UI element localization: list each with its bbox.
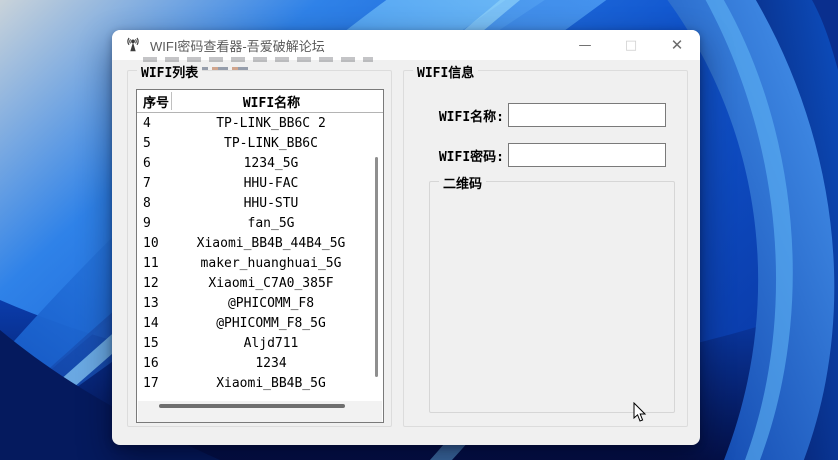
table-row[interactable]: 15Aljd711 (137, 333, 383, 353)
row-index: 9 (137, 216, 171, 231)
table-row[interactable]: 17Xiaomi_BB4B_5G (137, 373, 383, 393)
wifi-list[interactable]: 序号 WIFI名称 4TP-LINK_BB6C 25TP-LINK_BB6C61… (136, 89, 384, 423)
app-window: WIFI密码查看器-吾爱破解论坛 — □ ✕ WIFI列表 序号 WIFI名称 … (112, 30, 700, 445)
close-button[interactable]: ✕ (654, 30, 700, 60)
maximize-button[interactable]: □ (608, 30, 654, 60)
wifi-name-label: WIFI名称: (404, 106, 504, 125)
table-row[interactable]: 12Xiaomi_C7A0_385F (137, 273, 383, 293)
row-index: 7 (137, 176, 171, 191)
antenna-app-icon (124, 36, 142, 54)
wifi-list-group-label: WIFI列表 (137, 62, 202, 81)
row-index: 5 (137, 136, 171, 151)
maximize-icon: □ (625, 38, 637, 53)
table-row[interactable]: 161234 (137, 353, 383, 373)
row-index: 6 (137, 156, 171, 171)
wifi-name: maker_huanghuai_5G (171, 256, 383, 271)
row-index: 11 (137, 256, 171, 271)
table-row[interactable]: 5TP-LINK_BB6C (137, 133, 383, 153)
wifi-list-header: 序号 WIFI名称 (137, 90, 383, 113)
wifi-password-label: WIFI密码: (404, 146, 504, 165)
wifi-name: @PHICOMM_F8 (171, 296, 383, 311)
table-row[interactable]: 11maker_huanghuai_5G (137, 253, 383, 273)
wifi-name: HHU-STU (171, 196, 383, 211)
wifi-name: TP-LINK_BB6C 2 (171, 116, 383, 131)
wifi-password-row: WIFI密码: (404, 143, 687, 167)
wifi-name: Xiaomi_BB4B_5G (171, 376, 383, 391)
minimize-button[interactable]: — (562, 30, 608, 60)
column-header-index[interactable]: 序号 (137, 92, 171, 111)
wifi-name: 1234 (171, 356, 383, 371)
title-bar[interactable]: WIFI密码查看器-吾爱破解论坛 — □ ✕ (112, 30, 700, 60)
close-icon: ✕ (671, 36, 684, 54)
row-index: 8 (137, 196, 171, 211)
wifi-password-input[interactable] (508, 143, 666, 167)
row-index: 16 (137, 356, 171, 371)
table-row[interactable]: 13@PHICOMM_F8 (137, 293, 383, 313)
wifi-name: HHU-FAC (171, 176, 383, 191)
wifi-name: TP-LINK_BB6C (171, 136, 383, 151)
table-row[interactable]: 7HHU-FAC (137, 173, 383, 193)
wifi-name: 1234_5G (171, 156, 383, 171)
row-index: 10 (137, 236, 171, 251)
window-title: WIFI密码查看器-吾爱破解论坛 (150, 36, 562, 55)
table-row[interactable]: 4TP-LINK_BB6C 2 (137, 113, 383, 133)
table-row[interactable]: 8HHU-STU (137, 193, 383, 213)
window-controls: — □ ✕ (562, 30, 700, 60)
table-row[interactable]: 14@PHICOMM_F8_5G (137, 313, 383, 333)
wifi-name-input[interactable] (508, 103, 666, 127)
table-row[interactable]: 10Xiaomi_BB4B_44B4_5G (137, 233, 383, 253)
vertical-scrollbar[interactable] (375, 157, 378, 377)
wifi-name: Xiaomi_C7A0_385F (171, 276, 383, 291)
row-index: 15 (137, 336, 171, 351)
wifi-list-rows: 4TP-LINK_BB6C 25TP-LINK_BB6C61234_5G7HHU… (137, 113, 383, 401)
row-index: 4 (137, 116, 171, 131)
wifi-name: fan_5G (171, 216, 383, 231)
minimize-icon: — (579, 38, 592, 53)
mouse-cursor (633, 402, 649, 424)
wifi-info-group-label: WIFI信息 (413, 62, 478, 81)
column-header-name[interactable]: WIFI名称 (172, 92, 383, 111)
wifi-name-row: WIFI名称: (404, 103, 687, 127)
wifi-name: @PHICOMM_F8_5G (171, 316, 383, 331)
horizontal-scrollbar[interactable] (159, 404, 345, 408)
wifi-name: Aljd711 (171, 336, 383, 351)
qr-code-group-label: 二维码 (439, 173, 486, 192)
table-row[interactable]: 9fan_5G (137, 213, 383, 233)
wifi-info-group: WIFI信息 WIFI名称: WIFI密码: 二维码 (403, 70, 688, 427)
row-index: 12 (137, 276, 171, 291)
wifi-list-group: WIFI列表 序号 WIFI名称 4TP-LINK_BB6C 25TP-LINK… (127, 70, 392, 427)
wifi-name: Xiaomi_BB4B_44B4_5G (171, 236, 383, 251)
qr-code-group: 二维码 (429, 181, 675, 413)
table-row[interactable]: 61234_5G (137, 153, 383, 173)
row-index: 13 (137, 296, 171, 311)
desktop: { "window": { "title": "WIFI密码查看器-吾爱破解论坛… (0, 0, 838, 460)
row-index: 17 (137, 376, 171, 391)
row-index: 14 (137, 316, 171, 331)
